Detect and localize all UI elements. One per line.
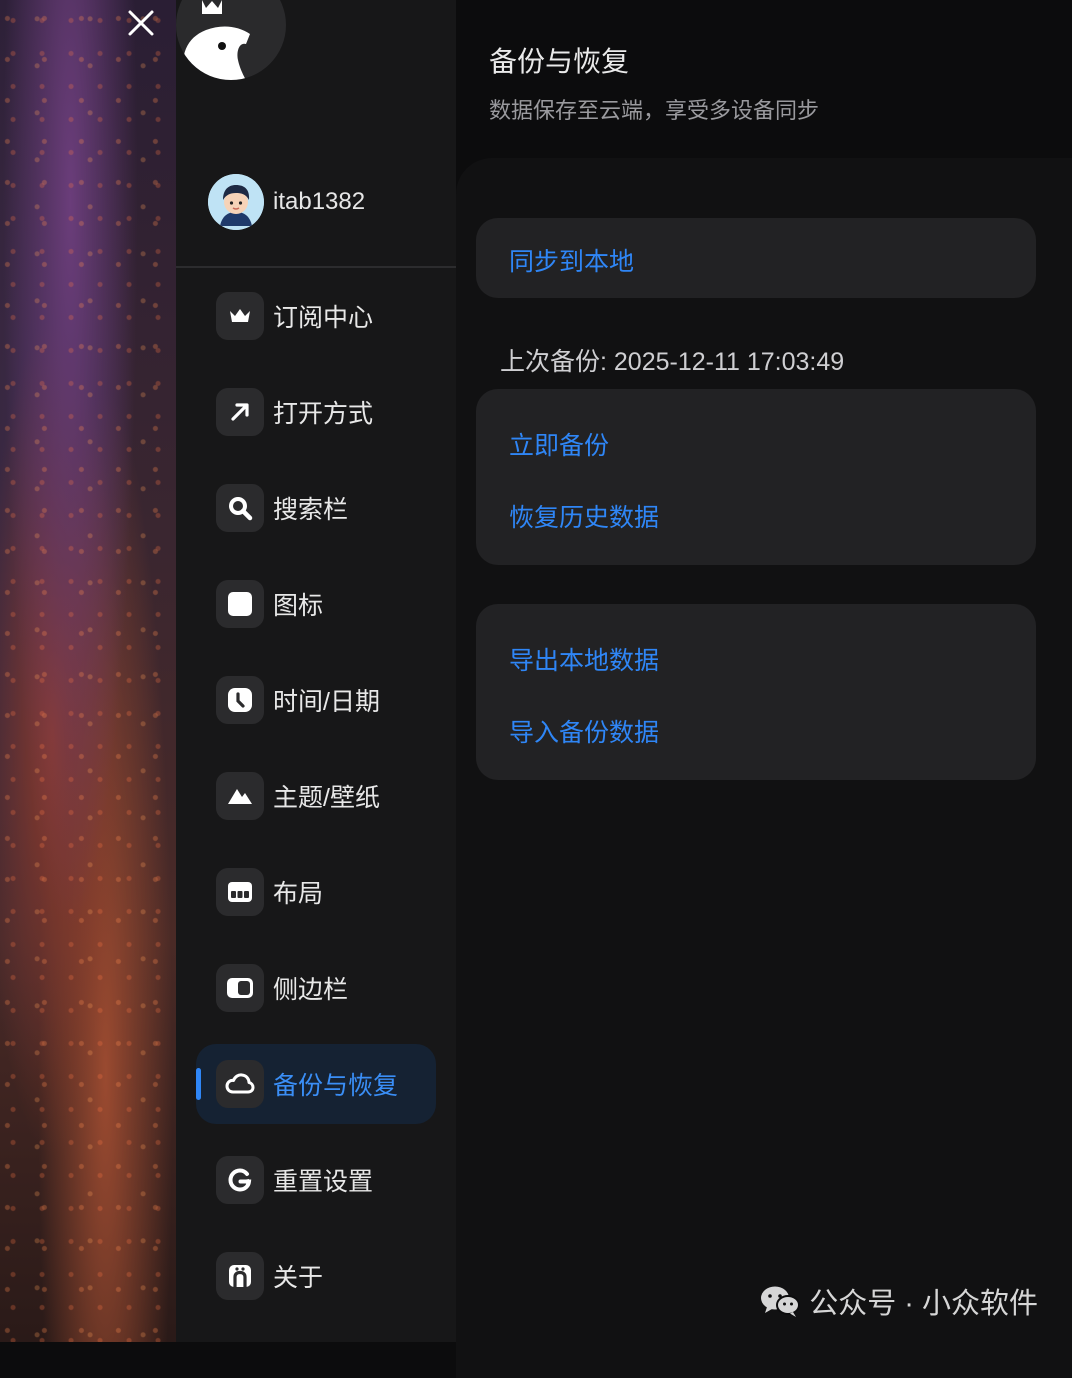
- wallpaper-background: [0, 0, 176, 1342]
- page-title: 备份与恢复: [489, 46, 630, 77]
- sidebar-item-label: 布局: [273, 880, 324, 908]
- sidebar-toggle-icon: [216, 964, 264, 1012]
- crown-icon: [216, 292, 264, 340]
- sidebar-item-about[interactable]: 关于: [196, 1236, 436, 1316]
- close-button[interactable]: [122, 6, 158, 42]
- last-backup-text: 上次备份: 2025-12-11 17:03:49: [500, 348, 845, 376]
- sidebar-item-label: 搜索栏: [273, 496, 349, 524]
- restore-history-button[interactable]: 恢复历史数据: [509, 498, 659, 534]
- sidebar-item-label: 订阅中心: [273, 304, 374, 332]
- username: itab1382: [273, 188, 366, 215]
- page-subtitle: 数据保存至云端，享受多设备同步: [489, 98, 820, 123]
- backup-now-button[interactable]: 立即备份: [509, 426, 609, 462]
- sidebar-divider: [176, 266, 456, 268]
- sidebar-item-icons[interactable]: 图标: [196, 564, 436, 644]
- layout-icon: [216, 868, 264, 916]
- mountain-icon: [216, 772, 264, 820]
- sidebar-item-theme-wallpaper[interactable]: 主题/壁纸: [196, 756, 436, 836]
- close-icon: [128, 10, 154, 36]
- arrow-up-right-icon: [216, 388, 264, 436]
- settings-nav: 订阅中心 打开方式 搜索栏 图标 时间/日期 主题/壁纸 布局 侧边栏 备份与恢…: [196, 276, 436, 1332]
- sidebar-item-label: 备份与恢复: [273, 1072, 399, 1100]
- active-indicator: [196, 1068, 201, 1100]
- cloud-icon: [216, 1060, 264, 1108]
- sidebar-item-sidebar[interactable]: 侧边栏: [196, 948, 436, 1028]
- square-icon: [216, 580, 264, 628]
- sidebar-item-open-mode[interactable]: 打开方式: [196, 372, 436, 452]
- sidebar-item-label: 打开方式: [273, 400, 374, 428]
- import-backup-button[interactable]: 导入备份数据: [509, 713, 659, 749]
- about-icon: [216, 1252, 264, 1300]
- data-transfer-card: 导出本地数据 导入备份数据: [476, 604, 1036, 780]
- sidebar-item-reset[interactable]: 重置设置: [196, 1140, 436, 1220]
- avatar: [208, 174, 264, 230]
- sidebar-item-backup-restore[interactable]: 备份与恢复: [196, 1044, 436, 1124]
- reset-icon: [216, 1156, 264, 1204]
- clock-icon: [216, 676, 264, 724]
- sidebar-item-label: 关于: [273, 1264, 324, 1292]
- user-profile[interactable]: itab1382: [208, 174, 365, 230]
- sidebar-item-label: 重置设置: [273, 1168, 374, 1196]
- watermark: 公众号 · 小众软件: [759, 1280, 1038, 1322]
- watermark-text: 公众号 · 小众软件: [809, 1288, 1038, 1320]
- sidebar-item-search-bar[interactable]: 搜索栏: [196, 468, 436, 548]
- wechat-icon: [761, 1286, 801, 1317]
- search-icon: [216, 484, 264, 532]
- sync-card: 同步到本地: [476, 218, 1036, 298]
- sidebar-item-label: 图标: [273, 592, 324, 620]
- sync-to-local-button[interactable]: 同步到本地: [509, 242, 634, 278]
- sidebar-item-label: 侧边栏: [273, 976, 349, 1004]
- sidebar-item-label: 时间/日期: [273, 688, 380, 716]
- export-local-data-button[interactable]: 导出本地数据: [509, 641, 659, 677]
- sidebar-item-subscription[interactable]: 订阅中心: [196, 276, 436, 356]
- sidebar-item-layout[interactable]: 布局: [196, 852, 436, 932]
- backup-card: 立即备份 恢复历史数据: [476, 389, 1036, 565]
- sidebar-item-time-date[interactable]: 时间/日期: [196, 660, 436, 740]
- sidebar-item-label: 主题/壁纸: [273, 784, 380, 812]
